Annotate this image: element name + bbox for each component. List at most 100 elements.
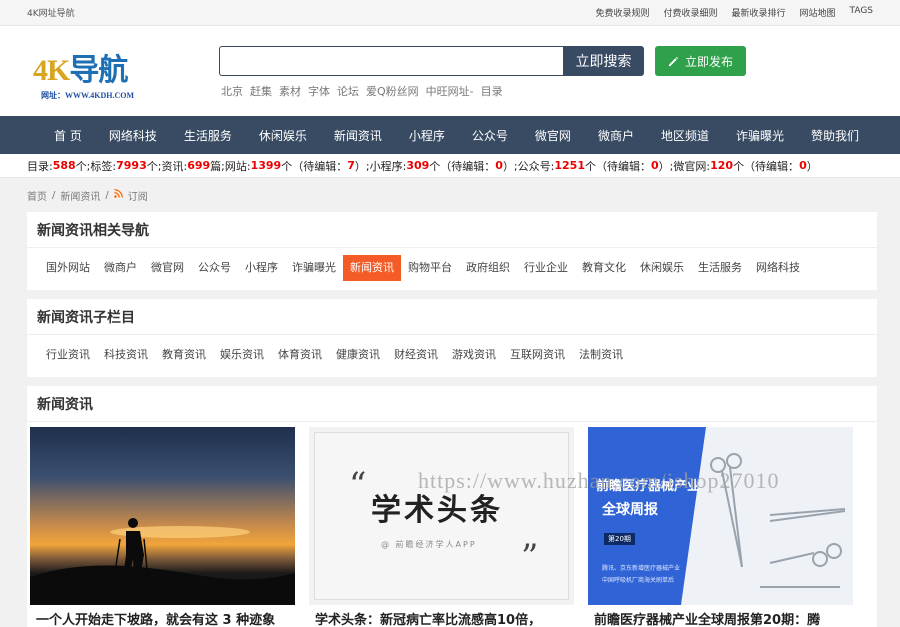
stat-unit: ）;: [354, 159, 370, 173]
breadcrumb: 首页 / 新闻资讯 / 订阅: [0, 178, 900, 212]
news-caption[interactable]: 一个人开始走下坡路，就会有这 3 种迹象: [30, 605, 295, 627]
news-caption[interactable]: 前瞻医疗器械产业全球周报第20期：腾: [588, 605, 853, 627]
related-tag[interactable]: 生活服务: [691, 255, 749, 281]
related-tag[interactable]: 公众号: [191, 255, 238, 281]
nav-item-life[interactable]: 生活服务: [184, 127, 232, 144]
site-name[interactable]: 4K网址导航: [27, 6, 75, 19]
related-tag[interactable]: 微商户: [97, 255, 144, 281]
hot-word[interactable]: 爱Q粉丝网: [366, 83, 419, 99]
breadcrumb-section[interactable]: 新闻资讯: [60, 188, 100, 203]
hot-word[interactable]: 北京: [221, 83, 243, 99]
related-tag[interactable]: 微官网: [144, 255, 191, 281]
search-button[interactable]: 立即搜索: [563, 46, 644, 76]
subcategory-tag[interactable]: 行业资讯: [39, 342, 97, 368]
image-title-line2: 全球周报: [602, 502, 658, 518]
search-input[interactable]: [219, 46, 563, 76]
top-link-sitemap[interactable]: 网站地图: [800, 6, 836, 19]
related-nav-panel: 新闻资讯相关导航 国外网站 微商户 微官网 公众号 小程序 诈骗曝光 新闻资讯 …: [27, 212, 877, 290]
related-tag[interactable]: 网络科技: [749, 255, 807, 281]
stat-sites: 1399: [250, 159, 282, 172]
breadcrumb-separator: /: [52, 189, 56, 201]
nav-item-fraud[interactable]: 诈骗曝光: [736, 127, 784, 144]
subcategory-tag[interactable]: 科技资讯: [97, 342, 155, 368]
related-tag[interactable]: 休闲娱乐: [633, 255, 691, 281]
related-tag[interactable]: 购物平台: [401, 255, 459, 281]
related-tag[interactable]: 国外网站: [39, 255, 97, 281]
subcategory-tag[interactable]: 娱乐资讯: [213, 342, 271, 368]
nav-item-tech[interactable]: 网络科技: [109, 127, 157, 144]
news-card[interactable]: “ 学术头条 @ 前瞻经济学人APP ” 学术头条：新冠病亡率比流感高10倍，: [309, 427, 574, 627]
stat-official-pending: 0: [651, 159, 659, 172]
stat-label: 资讯:: [161, 159, 188, 173]
subcategory-tag[interactable]: 健康资讯: [329, 342, 387, 368]
subcategory-tag[interactable]: 教育资讯: [155, 342, 213, 368]
related-tag[interactable]: 诈骗曝光: [285, 255, 343, 281]
logo-text: 4K导航: [33, 54, 128, 87]
news-thumbnail[interactable]: 前瞻医疗器械产业 全球周报 第20期 腾讯、京东新增医疗器械产业 中国呼吸机厂商…: [588, 427, 853, 605]
nav-item-home[interactable]: 首 页: [54, 127, 82, 144]
top-link-tags[interactable]: TAGS: [850, 6, 873, 19]
stat-unit: 个;: [146, 159, 162, 173]
related-tag-active[interactable]: 新闻资讯: [343, 255, 401, 281]
subcategory-tag[interactable]: 体育资讯: [271, 342, 329, 368]
news-thumbnail[interactable]: [30, 427, 295, 605]
stat-microsites-pending: 0: [799, 159, 807, 172]
top-link-paid-rules[interactable]: 付费收录细则: [663, 6, 717, 19]
image-note2: 中国呼吸机厂商海关刷单后: [602, 577, 675, 584]
related-tag[interactable]: 教育文化: [575, 255, 633, 281]
subcategory-tag[interactable]: 法制资讯: [572, 342, 630, 368]
nav-item-leisure[interactable]: 休闲娱乐: [259, 127, 307, 144]
news-thumbnail[interactable]: “ 学术头条 @ 前瞻经济学人APP ”: [309, 427, 574, 605]
stat-sites-pending: 7: [347, 159, 355, 172]
hot-word[interactable]: 赶集: [250, 83, 272, 99]
publish-label: 立即发布: [684, 54, 733, 69]
hot-word[interactable]: 目录: [481, 83, 503, 99]
related-tag[interactable]: 政府组织: [459, 255, 517, 281]
stat-unit: 个（待编辑：: [733, 159, 800, 173]
hot-word[interactable]: 素材: [279, 83, 301, 99]
stat-unit: ）: [806, 159, 818, 173]
publish-button[interactable]: 立即发布: [655, 46, 746, 76]
stat-unit: 个（待编辑：: [429, 159, 496, 173]
top-link-free-rules[interactable]: 免费收录规则: [595, 6, 649, 19]
hot-word[interactable]: 论坛: [337, 83, 359, 99]
stat-label: 公众号:: [517, 159, 555, 173]
news-card[interactable]: 一个人开始走下坡路，就会有这 3 种迹象: [30, 427, 295, 627]
news-panel: 新闻资讯 一个人开始走下坡路，就会有这 3 种迹象 “ 学术头条 @ 前瞻经济学…: [27, 386, 877, 627]
related-tag[interactable]: 行业企业: [517, 255, 575, 281]
subcategory-tag[interactable]: 互联网资讯: [503, 342, 572, 368]
hot-word[interactable]: 字体: [308, 83, 330, 99]
surgical-tools-image: [710, 453, 846, 588]
nav-item-news[interactable]: 新闻资讯: [334, 127, 382, 144]
nav-item-official[interactable]: 公众号: [472, 127, 508, 144]
news-cards: 一个人开始走下坡路，就会有这 3 种迹象 “ 学术头条 @ 前瞻经济学人APP …: [27, 422, 877, 627]
subcategory-tag[interactable]: 财经资讯: [387, 342, 445, 368]
nav-item-microsite[interactable]: 微官网: [535, 127, 571, 144]
nav-item-microshop[interactable]: 微商户: [598, 127, 634, 144]
stat-miniapps-pending: 0: [495, 159, 503, 172]
stat-unit: 篇;: [210, 159, 225, 173]
stat-unit: 个;: [75, 159, 91, 173]
image-title: 学术头条: [371, 493, 503, 528]
breadcrumb-home[interactable]: 首页: [27, 188, 47, 203]
rss-label[interactable]: 订阅: [128, 188, 148, 203]
stats-bar: 目录: 588 个; 标签: 7993 个; 资讯: 699 篇; 网站: 1399 个（待编辑…: [0, 154, 900, 178]
related-tag[interactable]: 小程序: [238, 255, 285, 281]
news-card[interactable]: 前瞻医疗器械产业 全球周报 第20期 腾讯、京东新增医疗器械产业 中国呼吸机厂商…: [588, 427, 853, 627]
rss-icon[interactable]: [113, 189, 123, 201]
nav-item-miniapp[interactable]: 小程序: [409, 127, 445, 144]
stat-directory: 588: [52, 159, 76, 172]
breadcrumb-separator: /: [105, 189, 109, 201]
logo[interactable]: 4K导航 网址：WWW.4KDH.COM: [33, 54, 163, 102]
top-link-latest-rank[interactable]: 最新收录排行: [731, 6, 785, 19]
nav-item-region[interactable]: 地区频道: [661, 127, 709, 144]
news-caption[interactable]: 学术头条：新冠病亡率比流感高10倍，: [309, 605, 574, 627]
hot-word[interactable]: 中旺网址-: [426, 83, 474, 99]
panel-title: 新闻资讯相关导航: [27, 212, 877, 248]
logo-url: 网址：WWW.4KDH.COM: [41, 91, 135, 100]
stat-label: 小程序:: [369, 159, 407, 173]
related-tags: 国外网站 微商户 微官网 公众号 小程序 诈骗曝光 新闻资讯 购物平台 政府组织…: [27, 248, 877, 281]
subcategory-tag[interactable]: 游戏资讯: [445, 342, 503, 368]
nav-item-sponsor[interactable]: 赞助我们: [811, 127, 859, 144]
top-bar: 4K网址导航 免费收录规则 付费收录细则 最新收录排行 网站地图 TAGS: [0, 0, 900, 26]
